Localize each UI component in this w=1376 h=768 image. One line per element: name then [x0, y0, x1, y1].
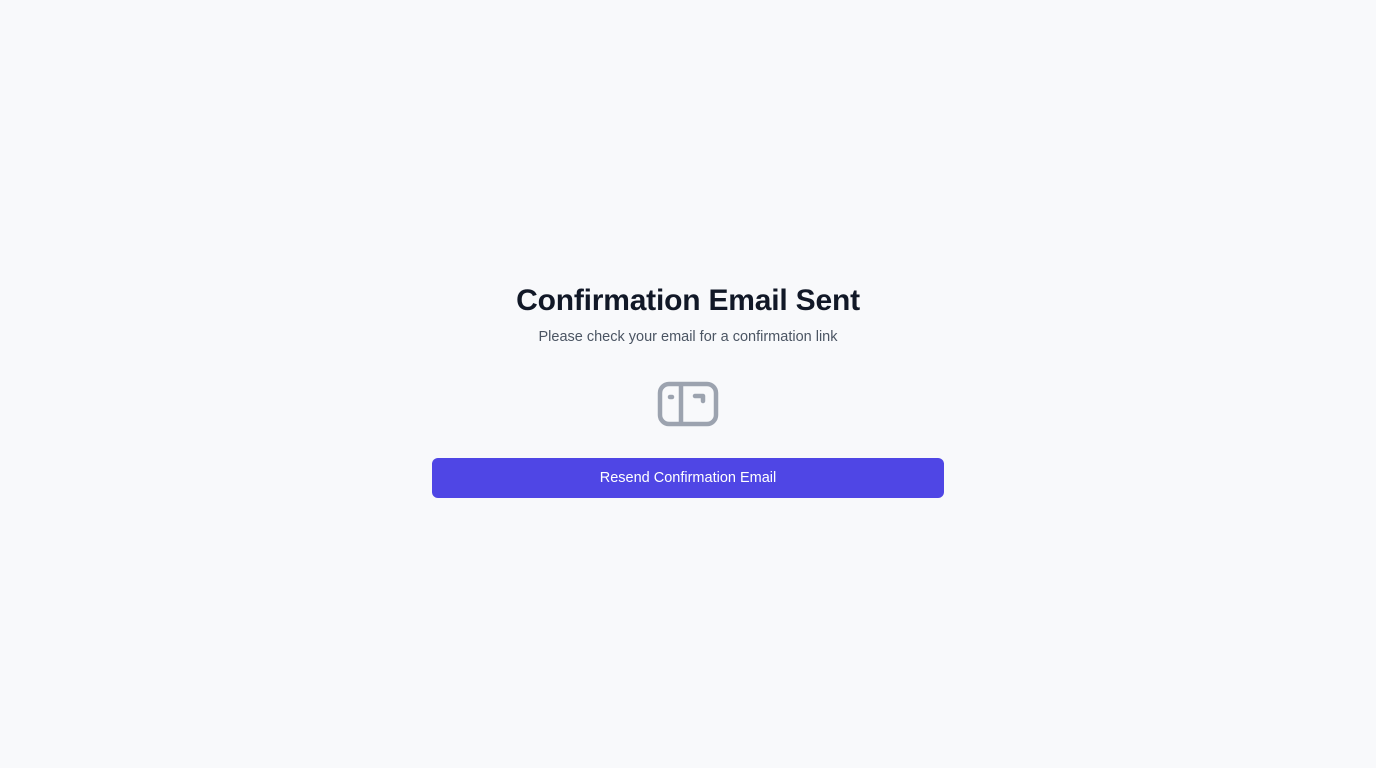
page-subtitle: Please check your email for a confirmati…: [538, 329, 838, 345]
page: Confirmation Email Sent Please check you…: [0, 0, 1376, 768]
mailbox-icon: [657, 380, 719, 428]
confirmation-panel: Confirmation Email Sent Please check you…: [432, 282, 944, 498]
page-title: Confirmation Email Sent: [516, 284, 860, 317]
resend-confirmation-button[interactable]: Resend Confirmation Email: [432, 458, 944, 498]
